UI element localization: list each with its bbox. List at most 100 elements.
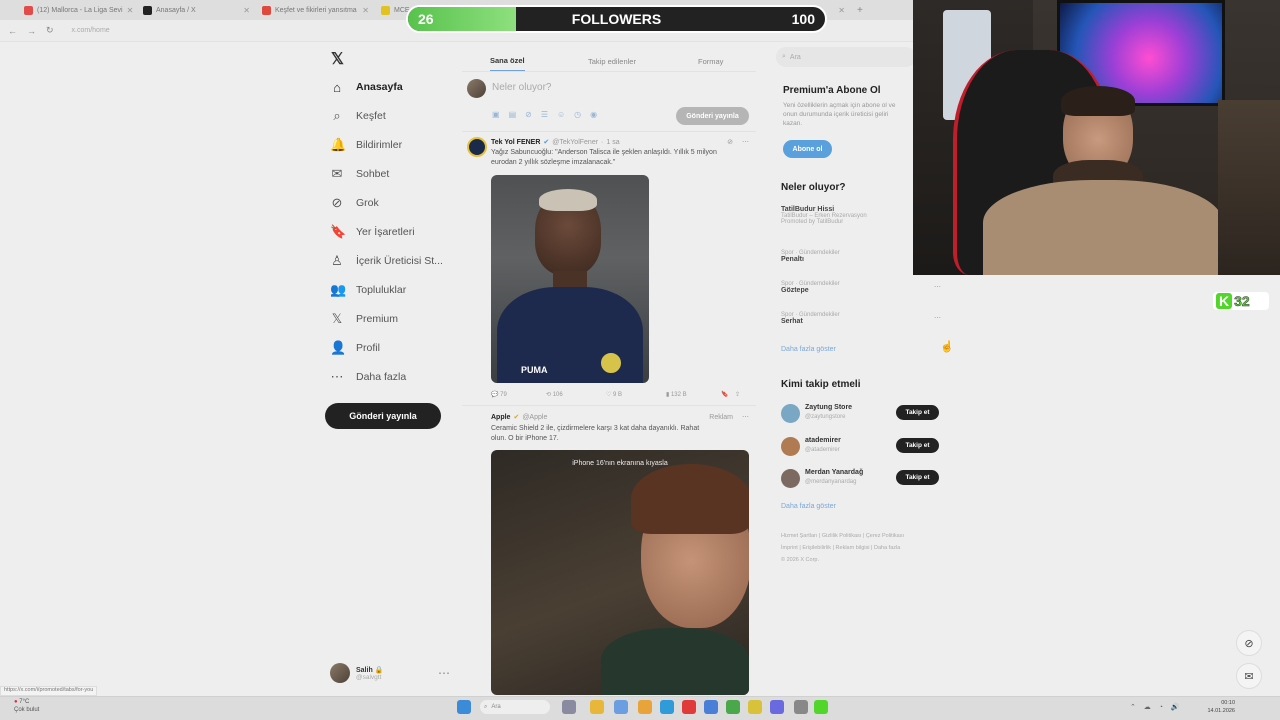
x-logo-icon[interactable]: 𝕏 [331,49,344,69]
grok-icon[interactable]: ⊘ [525,110,532,119]
nav-item-label: Topluluklar [356,284,407,296]
tab-following[interactable]: Takip edilenler [588,50,636,72]
retweet-button[interactable]: ⟲ 106 [546,391,606,398]
more-icon[interactable]: ⋯ [934,314,941,322]
nav-item-bildirimler[interactable]: 🔔 Bildirimler [330,134,402,156]
chrome-icon[interactable] [638,700,652,714]
lock-icon: 🔒 [374,666,384,674]
kick-icon[interactable] [814,700,828,714]
more-icon[interactable]: ⋯ [934,283,941,291]
tweet-handle[interactable]: @Apple [522,414,547,421]
more-icon[interactable]: ⋯ [742,138,749,146]
share-icon[interactable]: ⇪ [735,391,740,398]
reply-button[interactable]: 💬 79 [491,391,546,398]
footer-link[interactable]: Reklam bilgisi [836,545,870,551]
account-switcher[interactable]: Salih 🔒 @salvgtt ⋯ [330,660,450,686]
browser-tab[interactable]: Anasayfa / X ✕ [139,1,254,19]
bookmark-icon[interactable]: 🔖 [721,391,735,398]
weather-widget[interactable]: ● 7°C Çok bulut [14,698,39,714]
nav-item-grok[interactable]: ⊘ Grok [330,192,379,214]
tweet-time[interactable]: 1 sa [606,139,619,146]
taskbar-search[interactable]: ⌕ Ara [480,700,550,714]
suggestion-row[interactable]: Zaytung Store @zaytungstore Takip et [781,402,941,424]
nav-item-profil[interactable]: 👤 Profil [330,337,380,359]
suggestions-show-more[interactable]: Daha fazla göster [781,503,836,510]
search-input[interactable]: ⌕ Ara [776,47,916,67]
nav-item-anasayfa[interactable]: ⌂ Anasayfa [330,76,403,98]
nav-item-daha-fazla[interactable]: ⋯ Daha fazla [330,366,407,388]
nav-item-yer-i-şaretleri[interactable]: 🔖 Yer İşaretleri [330,221,415,243]
system-tray[interactable]: ⌃ ☁ ◔ 🔊 [1130,703,1183,711]
close-tab-icon[interactable]: ✕ [243,6,250,15]
tab-for-you[interactable]: Sana özel [490,50,525,72]
nav-item-i-çerik-üreticisi-st-[interactable]: ♙ İçerik Üreticisi St... [330,250,443,272]
tweet-author[interactable]: Apple [491,414,510,421]
back-icon[interactable]: ← [8,26,17,36]
copilot-icon[interactable] [614,700,628,714]
settings-icon[interactable] [794,700,808,714]
tweet-handle[interactable]: @TekYolFener [552,139,598,146]
poll-icon[interactable]: ☰ [541,110,548,119]
store-icon[interactable] [704,700,718,714]
task-view-icon[interactable] [562,700,576,714]
opera-icon[interactable] [682,700,696,714]
tweet-video[interactable]: iPhone 16'nın ekranına kıyasla [491,450,749,695]
emoji-icon[interactable]: ☺ [557,110,565,119]
trend-item[interactable]: Spor · Gündemdekiler Göztepe ⋯ [781,281,941,294]
follow-button[interactable]: Takip et [896,470,939,485]
follow-button[interactable]: Takip et [896,438,939,453]
url-field[interactable]: x.com/home [72,27,110,34]
more-icon[interactable]: ⋯ [438,666,450,680]
footer-link[interactable]: Erişilebilirlik [802,545,831,551]
views-button[interactable]: ▮ 132 B [666,391,721,398]
suggestion-row[interactable]: Merdan Yanardağ @merdanyanardag Takip et [781,467,941,489]
close-tab-icon[interactable]: ✕ [362,6,369,15]
discord-icon[interactable] [770,700,784,714]
start-icon[interactable] [457,700,471,714]
tweet-author-avatar[interactable] [467,137,487,157]
footer-link[interactable]: Hizmet Şartları [781,533,817,539]
chrome-icon[interactable] [748,700,762,714]
location-icon[interactable]: ◉ [590,110,597,119]
close-tab-icon[interactable]: ✕ [838,6,845,15]
like-button[interactable]: ♡ 9 B [606,391,666,398]
compose-input[interactable]: Neler oluyor? [492,82,551,93]
new-tab-icon[interactable]: + [857,5,863,16]
clock[interactable]: 00:10 14.01.2026 [1205,699,1235,715]
messages-icon[interactable]: ✉ [1236,663,1262,689]
image-icon[interactable]: ▣ [492,110,500,119]
tweet-actions: 💬 79 ⟲ 106 ♡ 9 B ▮ 132 B 🔖 ⇪ [491,391,749,398]
tab-formay[interactable]: Formay [698,50,723,72]
trends-show-more[interactable]: Daha fazla göster [781,346,836,353]
close-tab-icon[interactable]: ✕ [127,6,134,15]
file-explorer-icon[interactable] [590,700,604,714]
footer-link[interactable]: Çerez Politikası [866,533,904,539]
trend-item[interactable]: Spor · Gündemdekiler Serhat ⋯ [781,312,941,325]
compose-post-button[interactable]: Gönderi yayınla [676,107,749,125]
nav-item-premium[interactable]: 𝕏 Premium [330,308,398,330]
post-button[interactable]: Gönderi yayınla [325,403,441,429]
footer-link[interactable]: Gizlilik Politikası [822,533,861,539]
tweet-author[interactable]: Tek Yol FENER [491,139,540,146]
subscribe-button[interactable]: Abone ol [783,140,832,158]
gif-icon[interactable]: ▤ [509,110,517,119]
schedule-icon[interactable]: ◷ [574,110,581,119]
nav-item-sohbet[interactable]: ✉ Sohbet [330,163,390,185]
forward-icon[interactable]: → [27,26,36,36]
browser-tab[interactable]: Keşfet ve fikirleri yansıtma ✕ [258,1,373,19]
more-icon[interactable]: ⋯ [742,413,749,421]
reload-icon[interactable]: ↻ [46,25,54,36]
footer-link[interactable]: Daha fazla [874,545,900,551]
follow-button[interactable]: Takip et [896,405,939,420]
nav-item-topluluklar[interactable]: 👥 Topluluklar [330,279,406,301]
footer-link[interactable]: İmprint [781,545,798,551]
grok-icon[interactable]: ⊘ [1236,630,1262,656]
suggestion-row[interactable]: atademirer @atademirer Takip et [781,435,941,457]
bell-icon: 🔔 [330,137,347,152]
grok-icon[interactable]: ⊘ [727,138,733,146]
tweet-photo[interactable]: PUMA [491,175,649,383]
edge-icon[interactable] [660,700,674,714]
nav-item-keşfet[interactable]: ⌕ Keşfet [330,105,385,127]
browser-tab[interactable]: (12) Mallorca - La Liga Sevi ✕ [20,1,135,19]
xbox-icon[interactable] [726,700,740,714]
